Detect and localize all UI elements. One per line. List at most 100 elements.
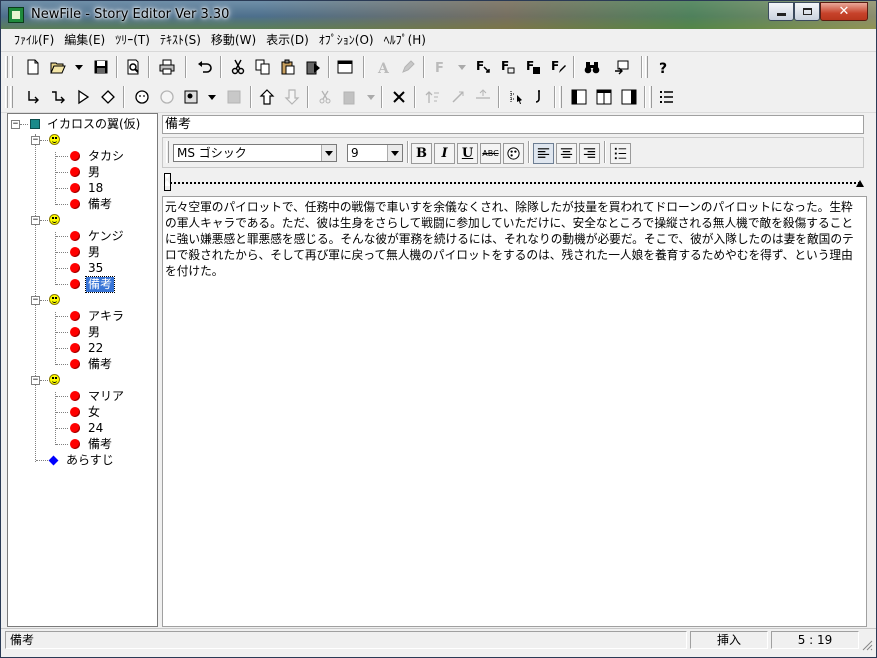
add-sibling-node-button[interactable] — [47, 87, 69, 107]
align-left-button[interactable] — [533, 143, 554, 164]
menu-move[interactable]: 移動(W) — [206, 30, 261, 50]
toolbar-grip[interactable] — [166, 141, 169, 163]
character-smiley-icon[interactable] — [49, 374, 60, 385]
window-view-button[interactable] — [334, 57, 356, 77]
smiley-node-button[interactable] — [131, 87, 153, 107]
print-button[interactable] — [156, 57, 178, 77]
tree-node[interactable]: 24 — [70, 420, 105, 436]
app-icon[interactable] — [8, 7, 24, 23]
character-smiley-icon[interactable] — [49, 134, 60, 145]
diamond-node-button[interactable] — [97, 87, 119, 107]
open-dropdown-arrow[interactable] — [75, 65, 83, 70]
character-smiley-icon[interactable] — [49, 294, 60, 305]
toolbar-grip[interactable] — [10, 56, 13, 78]
tree-root-node[interactable]: イカロスの翼(仮) — [30, 116, 142, 132]
undo-button[interactable] — [194, 57, 216, 77]
tree-node[interactable]: ケンジ — [70, 228, 126, 244]
toolbar-grip[interactable] — [559, 86, 562, 108]
move-up-button[interactable] — [256, 87, 278, 107]
split-button[interactable] — [472, 87, 494, 107]
tree-node[interactable]: 男 — [70, 164, 102, 180]
tree-node[interactable]: 備考 — [70, 196, 114, 212]
toolbar-grip[interactable] — [5, 86, 8, 108]
node-color-button[interactable] — [223, 87, 245, 107]
node-cut-button[interactable] — [314, 87, 336, 107]
menu-help[interactable]: ﾍﾙﾌﾟ(H) — [379, 30, 431, 50]
tree-node[interactable]: 35 — [70, 260, 105, 276]
replace-format-button[interactable]: F — [522, 57, 544, 77]
tree-node-selected[interactable]: 備考 — [70, 275, 116, 293]
font-family-select[interactable]: MS ゴシック — [173, 144, 337, 162]
node-icon-dropdown-arrow[interactable] — [208, 95, 216, 100]
search-button[interactable] — [581, 57, 603, 77]
menu-text[interactable]: ﾃｷｽﾄ(S) — [155, 30, 206, 50]
layout-left-pane-button[interactable] — [568, 87, 590, 107]
tree-node[interactable]: マリア — [70, 388, 126, 404]
close-button[interactable]: ✕ — [820, 2, 868, 21]
print-preview-button[interactable] — [122, 57, 144, 77]
resize-grip-icon[interactable] — [861, 639, 873, 651]
title-bar[interactable]: NewFile - Story Editor Ver 3.30 ✕ — [1, 1, 876, 29]
font-size-dropdown-arrow[interactable] — [387, 145, 402, 161]
tree-node[interactable]: 女 — [70, 404, 102, 420]
node-paste-dropdown-arrow[interactable] — [367, 95, 375, 100]
edit-format-button[interactable]: F — [547, 57, 569, 77]
paste-button[interactable] — [277, 57, 299, 77]
format-dropdown-arrow[interactable] — [458, 65, 466, 70]
underline-button[interactable]: U — [457, 143, 478, 164]
text-color-button[interactable] — [503, 143, 524, 164]
sort-button[interactable] — [422, 87, 444, 107]
node-paste-button[interactable] — [339, 87, 361, 107]
tree-collapse-toggle[interactable]: − — [11, 120, 20, 129]
tree-node[interactable]: タカシ — [70, 148, 126, 164]
editor-text[interactable]: 元々空軍のパイロットで、任務中の戦傷で車いすを余儀なくされ、除隊したが技量を買わ… — [165, 199, 861, 279]
menu-options[interactable]: ｵﾌﾟｼｮﾝ(O) — [314, 30, 379, 50]
jump-button[interactable] — [611, 57, 633, 77]
font-button[interactable]: A — [372, 57, 394, 77]
format-button[interactable]: F — [429, 57, 451, 77]
tree-node[interactable]: 22 — [70, 340, 105, 356]
layout-split-button[interactable] — [593, 87, 615, 107]
font-family-dropdown-arrow[interactable] — [321, 145, 336, 161]
circle-node-button[interactable] — [156, 87, 178, 107]
tree-node[interactable]: 18 — [70, 180, 105, 196]
text-editor[interactable]: 元々空軍のパイロットで、任務中の戦傷で車いすを余儀なくされ、除隊したが技量を買わ… — [162, 196, 867, 627]
new-file-button[interactable] — [22, 57, 44, 77]
toolbar-grip[interactable] — [649, 86, 652, 108]
highlight-button[interactable] — [397, 57, 419, 77]
tree-node[interactable]: 男 — [70, 244, 102, 260]
story-tree[interactable]: − イカロスの翼(仮) − タカシ 男 18 備考 − ケンジ 男 35 備考 … — [7, 113, 158, 627]
play-button[interactable] — [72, 87, 94, 107]
strikethrough-button[interactable]: ABC — [480, 143, 501, 164]
menu-tree[interactable]: ﾂﾘｰ(T) — [110, 30, 155, 50]
minimize-button[interactable] — [768, 2, 794, 21]
tree-node[interactable]: 備考 — [70, 356, 114, 372]
ruler[interactable] — [162, 171, 864, 195]
right-indent-marker[interactable] — [856, 180, 864, 187]
select-tree-button[interactable] — [505, 87, 527, 107]
bullet-list-button[interactable] — [610, 143, 631, 164]
font-size-select[interactable]: 9 — [347, 144, 403, 162]
node-icon-button[interactable] — [181, 87, 203, 107]
outline-list-button[interactable] — [656, 87, 678, 107]
find-next-format-button[interactable]: F — [497, 57, 519, 77]
toolbar-grip[interactable] — [645, 56, 648, 78]
tree-collapse-toggle[interactable]: − — [31, 216, 40, 225]
tree-node[interactable]: 男 — [70, 324, 102, 340]
tree-node[interactable]: 備考 — [70, 436, 114, 452]
align-right-button[interactable] — [579, 143, 600, 164]
node-title-field[interactable]: 備考 — [162, 115, 864, 134]
menu-view[interactable]: 表示(D) — [261, 30, 314, 50]
maximize-button[interactable] — [794, 2, 820, 21]
toolbar-grip[interactable] — [10, 86, 13, 108]
bold-button[interactable]: B — [411, 143, 432, 164]
tree-collapse-toggle[interactable]: − — [31, 136, 40, 145]
tree-collapse-toggle[interactable]: − — [31, 376, 40, 385]
align-center-button[interactable] — [556, 143, 577, 164]
toolbar-grip[interactable] — [5, 56, 8, 78]
tree-node[interactable]: アキラ — [70, 308, 126, 324]
paste-special-button[interactable] — [302, 57, 324, 77]
menu-file[interactable]: ﾌｧｲﾙ(F) — [9, 30, 59, 50]
open-file-button[interactable] — [47, 57, 69, 77]
copy-button[interactable] — [252, 57, 274, 77]
